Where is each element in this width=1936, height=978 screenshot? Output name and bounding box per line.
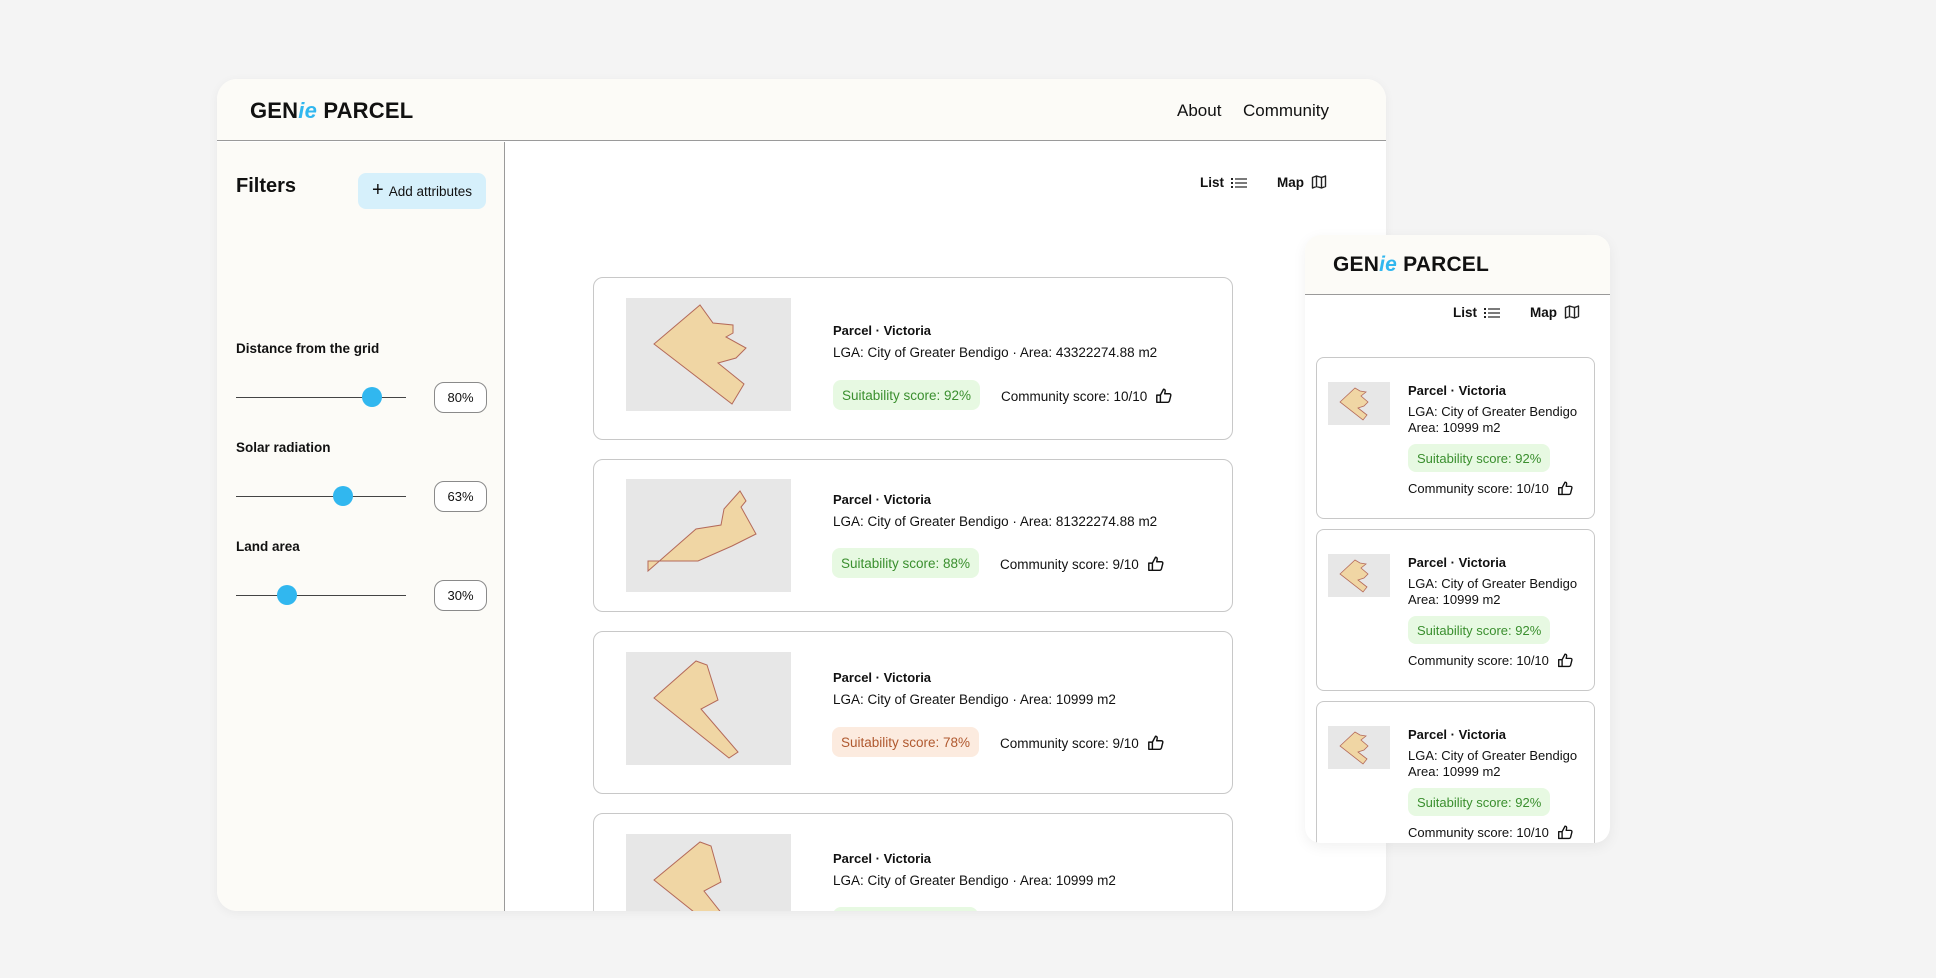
mobile-list-view-toggle[interactable]: List xyxy=(1453,305,1501,320)
nav-community-link[interactable]: Community xyxy=(1243,101,1329,121)
add-attributes-label: Add attributes xyxy=(388,183,472,199)
value-land-area[interactable]: 30% xyxy=(434,580,487,611)
slider-thumb[interactable] xyxy=(333,486,354,506)
add-attributes-button[interactable]: + Add attributes xyxy=(358,173,486,209)
mobile-window: GENie PARCEL List Map Parcel · Victoria … xyxy=(1305,235,1610,843)
filters-sidebar: Filters + Add attributes Distance from t… xyxy=(217,142,505,911)
logo[interactable]: GENie PARCEL xyxy=(250,98,413,124)
parcel-title: Parcel · Victoria xyxy=(1408,727,1507,742)
header: GENie PARCEL About Community xyxy=(217,79,1386,141)
community-score: Community score: 10/10 xyxy=(1408,652,1574,669)
parcel-thumbnail xyxy=(626,479,791,592)
community-score: Community score: 10/10 xyxy=(1408,480,1574,497)
parcel-details: LGA: City of Greater Bendigo Area: 10999 … xyxy=(1408,576,1578,607)
parcel-title: Parcel · Victoria xyxy=(833,670,932,685)
nav-about-link[interactable]: About xyxy=(1177,101,1221,121)
parcel-title: Parcel · Victoria xyxy=(833,323,932,338)
suitability-badge: Suitability score: 92% xyxy=(1408,444,1551,472)
parcel-title: Parcel · Victoria xyxy=(833,492,932,507)
slider-thumb[interactable] xyxy=(277,585,297,605)
parcel-title: Parcel · Victoria xyxy=(1408,555,1507,570)
thumbs-up-icon[interactable] xyxy=(1147,734,1165,752)
thumbs-up-icon[interactable] xyxy=(1155,387,1173,405)
community-score-text: Community score: 10/10 xyxy=(1408,825,1549,840)
parcel-details: LGA: City of Greater Bendigo · Area: 433… xyxy=(833,345,1158,360)
list-label: List xyxy=(1200,175,1225,190)
parcel-thumbnail xyxy=(626,652,791,765)
parcel-title: Parcel · Victoria xyxy=(833,851,932,866)
parcel-thumbnail xyxy=(626,834,791,911)
plus-icon: + xyxy=(372,179,384,201)
community-score-text: Community score: 9/10 xyxy=(1000,556,1139,572)
suitability-badge: Suitability score: 92% xyxy=(833,380,981,410)
map-icon xyxy=(1311,175,1327,189)
community-score: Community score: 9/10 xyxy=(1000,734,1165,752)
mobile-parcel-card[interactable]: Parcel · Victoria LGA: City of Greater B… xyxy=(1316,529,1595,691)
parcel-card[interactable]: Parcel · Victoria LGA: City of Greater B… xyxy=(593,631,1233,794)
slider-land-area[interactable] xyxy=(236,585,406,605)
filter-label-land-area: Land area xyxy=(236,539,300,554)
map-label: Map xyxy=(1530,304,1557,320)
filter-label-grid-distance: Distance from the grid xyxy=(236,341,380,356)
parcel-details: LGA: City of Greater Bendigo Area: 10999 … xyxy=(1408,748,1578,779)
map-label: Map xyxy=(1277,174,1304,190)
community-score-text: Community score: 10/10 xyxy=(1001,388,1148,404)
list-icon xyxy=(1484,307,1501,318)
map-icon xyxy=(1564,305,1580,319)
suitability-badge: Suitability score: 92% xyxy=(1408,616,1551,644)
community-score: Community score: 9/10 xyxy=(1000,555,1165,573)
community-score-text: Community score: 10/10 xyxy=(1408,653,1549,668)
community-score-text: Community score: 9/10 xyxy=(1000,735,1139,751)
value-solar-radiation[interactable]: 63% xyxy=(434,481,487,512)
mobile-map-view-toggle[interactable]: Map xyxy=(1530,304,1580,320)
suitability-badge: Suitability score: 92% xyxy=(1408,788,1551,816)
mobile-parcel-card[interactable]: Parcel · Victoria LGA: City of Greater B… xyxy=(1316,357,1595,519)
slider-solar-radiation[interactable] xyxy=(236,486,406,506)
suitability-badge: Suitability score: 78% xyxy=(832,727,980,757)
desktop-window: GENie PARCEL About Community Filters + A… xyxy=(217,79,1386,911)
filters-title: Filters xyxy=(236,175,297,197)
value-grid-distance[interactable]: 80% xyxy=(434,382,487,413)
list-label: List xyxy=(1453,305,1478,320)
suitability-badge: Suitability score: 88% xyxy=(832,548,980,578)
parcel-details: LGA: City of Greater Bendigo · Area: 109… xyxy=(833,692,1116,707)
parcel-thumbnail xyxy=(1328,726,1390,769)
thumbs-up-icon[interactable] xyxy=(1557,480,1574,497)
mobile-header: GENie PARCEL xyxy=(1305,235,1610,295)
parcel-card[interactable]: Parcel · Victoria LGA: City of Greater B… xyxy=(593,459,1233,612)
list-icon xyxy=(1231,177,1248,188)
community-score-text: Community score: 10/10 xyxy=(1408,481,1549,496)
list-view-toggle[interactable]: List xyxy=(1200,175,1248,190)
community-score: Community score: 10/10 xyxy=(1408,824,1574,841)
parcel-card[interactable]: Parcel · Victoria LGA: City of Greater B… xyxy=(593,277,1233,440)
parcel-card[interactable]: Parcel · Victoria LGA: City of Greater B… xyxy=(593,813,1233,911)
slider-thumb[interactable] xyxy=(362,387,382,407)
map-view-toggle[interactable]: Map xyxy=(1277,174,1327,190)
thumbs-up-icon[interactable] xyxy=(1557,824,1574,841)
parcel-details: LGA: City of Greater Bendigo Area: 10999 … xyxy=(1408,404,1578,435)
parcel-details: LGA: City of Greater Bendigo · Area: 813… xyxy=(833,514,1158,529)
mobile-parcel-card[interactable]: Parcel · Victoria LGA: City of Greater B… xyxy=(1316,701,1595,843)
thumbs-up-icon[interactable] xyxy=(1557,652,1574,669)
parcel-thumbnail xyxy=(626,298,791,411)
parcel-thumbnail xyxy=(1328,382,1390,425)
suitability-badge xyxy=(833,907,978,911)
parcel-thumbnail xyxy=(1328,554,1390,597)
community-score: Community score: 10/10 xyxy=(1001,387,1173,405)
parcel-details: LGA: City of Greater Bendigo · Area: 109… xyxy=(833,873,1116,888)
slider-grid-distance[interactable] xyxy=(236,387,406,407)
filter-label-solar-radiation: Solar radiation xyxy=(236,440,331,455)
thumbs-up-icon[interactable] xyxy=(1147,555,1165,573)
mobile-logo[interactable]: GENie PARCEL xyxy=(1333,253,1489,277)
parcel-title: Parcel · Victoria xyxy=(1408,383,1507,398)
